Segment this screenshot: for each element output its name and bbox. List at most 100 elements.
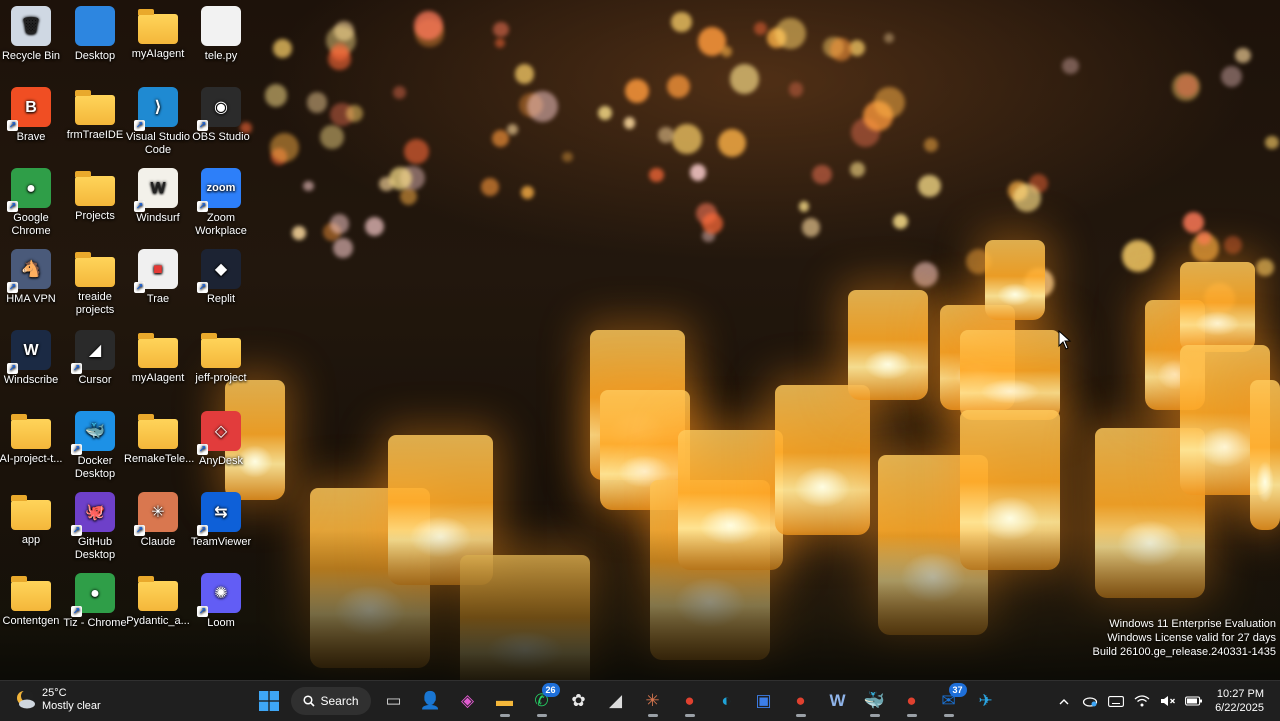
app-icon: 🐙 ↗ <box>71 492 115 536</box>
chatgpt-icon: ✿ <box>571 691 586 710</box>
desktop-icon-label: Windscribe <box>3 374 59 386</box>
taskbar-app-outlook[interactable]: ✉ 37 <box>933 683 967 717</box>
taskbar-app-docker[interactable]: 🐳 <box>859 685 891 717</box>
desktop-icon-cursor[interactable]: ◢ ↗ Cursor <box>61 330 129 387</box>
desktop-icon-label: frmTraeIDE <box>66 129 124 141</box>
start-button[interactable] <box>253 685 285 717</box>
app-icon: W ↗ <box>134 168 178 212</box>
desktop-icon-label: Contentgen <box>2 615 60 627</box>
folder-icon <box>11 414 51 449</box>
desktop-icon-label: Desktop <box>74 50 116 62</box>
desktop-icon-frmtraeide[interactable]: frmTraeIDE <box>61 87 129 142</box>
desktop-icon-myaiagent[interactable]: myAIagent <box>124 6 192 61</box>
desktop-icon-label: app <box>21 534 41 546</box>
shortcut-arrow-icon: ↗ <box>197 444 208 455</box>
desktop-icon-myaiagent[interactable]: myAIagent <box>124 330 192 385</box>
folder-icon <box>138 414 178 449</box>
desktop-icon-teamviewer[interactable]: ⇆ ↗ TeamViewer <box>187 492 255 549</box>
desktop-icon-trae[interactable]: ■ ↗ Trae <box>124 249 192 306</box>
taskbar-app-remote-desktop[interactable]: ▣ <box>748 685 780 717</box>
app-icon: B ↗ <box>7 87 51 131</box>
desktop-icon-hma-vpn[interactable]: 🐴 ↗ HMA VPN <box>0 249 65 306</box>
desktop-icon-zoom-workplace[interactable]: zoom ↗ Zoom Workplace <box>187 168 255 238</box>
taskbar-app-task-view[interactable]: ▭ <box>378 685 410 717</box>
desktop-icon-windsurf[interactable]: W ↗ Windsurf <box>124 168 192 225</box>
app-icon: ■ ↗ <box>134 249 178 293</box>
volume-muted-icon[interactable] <box>1157 690 1179 712</box>
desktop-icon-treaide-projects[interactable]: treaide projects <box>61 249 129 317</box>
taskbar-search-button[interactable]: Search <box>291 687 371 715</box>
app-glyph-icon: ⇆ <box>214 503 228 521</box>
taskbar-app-cursor[interactable]: ◢ <box>600 685 632 717</box>
desktop-icon-visual-studio-code[interactable]: ⟩ ↗ Visual Studio Code <box>124 87 192 157</box>
desktop-icon-docker-desktop[interactable]: 🐳 ↗ Docker Desktop <box>61 411 129 481</box>
desktop-icon-projects[interactable]: Projects <box>61 168 129 223</box>
desktop-icon-tiz-chrome[interactable]: ● ↗ Tiz - Chrome <box>61 573 129 630</box>
taskbar-app-chrome-2[interactable]: ● <box>785 685 817 717</box>
taskbar-app-whatsapp[interactable]: ✆ 26 <box>526 683 560 717</box>
shortcut-arrow-icon: ↗ <box>197 606 208 617</box>
watermark-license: Windows License valid for 27 days <box>1107 632 1276 644</box>
taskbar-app-claude[interactable]: ✳ <box>637 685 669 717</box>
shortcut-arrow-icon: ↗ <box>7 120 18 131</box>
cloud-sync-icon[interactable] <box>1079 690 1101 712</box>
desktop-icon-windscribe[interactable]: W ↗ Windscribe <box>0 330 65 387</box>
desktop-icon-jeff-project[interactable]: jeff-project <box>187 330 255 385</box>
windows-watermark: Windows 11 Enterprise Evaluation Windows… <box>1093 617 1277 659</box>
app-glyph-icon: ● <box>90 584 100 602</box>
desktop-icon-label: Replit <box>206 293 236 305</box>
chevron-up-icon[interactable] <box>1053 690 1075 712</box>
desktop-icon-replit[interactable]: ◆ ↗ Replit <box>187 249 255 306</box>
weather-widget[interactable]: 25°C Mostly clear <box>14 687 101 713</box>
folder-icon <box>138 9 178 44</box>
taskbar-app-copilot[interactable]: ◈ <box>452 685 484 717</box>
taskbar-app-chatgpt[interactable]: ✿ <box>563 685 595 717</box>
desktop-icon-label: Pydantic_a... <box>126 615 190 627</box>
pinned-apps: ▭ 👤 ◈ ▬ ✆ 26 ✿ ◢ ✳ ● ◐ ▣ ● W 🐳 ● ✉ 37 ✈ <box>375 683 1004 717</box>
desktop-icon-label: RemakeTele... <box>124 453 195 465</box>
app-glyph-icon: ◉ <box>214 98 228 116</box>
copilot-icon: ◈ <box>460 691 475 710</box>
desktop-icon-remaketele[interactable]: RemakeTele... <box>124 411 195 466</box>
desktop-icon-anydesk[interactable]: ◇ ↗ AnyDesk <box>187 411 255 468</box>
desktop-icon-google-chrome[interactable]: ● ↗ Google Chrome <box>0 168 65 238</box>
shortcut-arrow-icon: ↗ <box>7 201 18 212</box>
clock-time: 10:27 PM <box>1216 688 1264 700</box>
shortcut-arrow-icon: ↗ <box>197 525 208 536</box>
desktop-icon-desktop[interactable]: Desktop <box>61 6 129 63</box>
desktop-icon-recycle-bin[interactable]: 🗑 Recycle Bin <box>0 6 65 63</box>
taskbar-app-edge[interactable]: ◐ <box>711 685 743 717</box>
desktop-icon-claude[interactable]: ✳ ↗ Claude <box>124 492 192 549</box>
taskbar-app-windscribe[interactable]: W <box>822 685 854 717</box>
folder-icon <box>138 576 178 611</box>
windows-logo-icon <box>258 691 279 711</box>
desktop-icon-label: Visual Studio Code <box>125 131 190 156</box>
taskbar-clock[interactable]: 10:27 PM 6/22/2025 <box>1215 687 1264 715</box>
taskbar-app-file-explorer[interactable]: ▬ <box>489 685 521 717</box>
keyboard-icon[interactable] <box>1105 690 1127 712</box>
desktop-icon-contentgen[interactable]: Contentgen <box>0 573 65 628</box>
notification-badge: 37 <box>948 683 967 697</box>
desktop-icon-brave[interactable]: B ↗ Brave <box>0 87 65 144</box>
desktop-icon-pydantic-a[interactable]: Pydantic_a... <box>124 573 192 628</box>
app-icon <box>75 6 115 46</box>
desktop-icon-loom[interactable]: ✺ ↗ Loom <box>187 573 255 630</box>
taskbar-app-chrome-3[interactable]: ● <box>896 685 928 717</box>
moon-cloud-icon <box>17 690 35 709</box>
app-glyph-icon: ⟩ <box>154 98 162 116</box>
desktop-icon-label: Loom <box>207 617 235 629</box>
desktop-icon-label: Windsurf <box>136 212 180 224</box>
wifi-icon[interactable] <box>1131 690 1153 712</box>
cursor-icon: ◢ <box>608 691 623 710</box>
desktop-icon-obs-studio[interactable]: ◉ ↗ OBS Studio <box>187 87 255 144</box>
desktop-icon-github-desktop[interactable]: 🐙 ↗ GitHub Desktop <box>61 492 129 562</box>
desktop-icon-ai-project-t[interactable]: AI-project-t... <box>0 411 65 466</box>
taskbar-app-telegram[interactable]: ✈ <box>970 685 1002 717</box>
desktop-icon-app[interactable]: app <box>0 492 65 547</box>
taskbar-app-teams-chat[interactable]: 👤 <box>415 685 447 717</box>
taskbar-app-chrome[interactable]: ● <box>674 685 706 717</box>
desktop-icon-tele-py[interactable]: tele.py <box>187 6 255 63</box>
battery-icon[interactable] <box>1183 690 1205 712</box>
app-glyph-icon: ◇ <box>214 422 228 440</box>
app-glyph-icon: 🐳 <box>85 422 105 440</box>
